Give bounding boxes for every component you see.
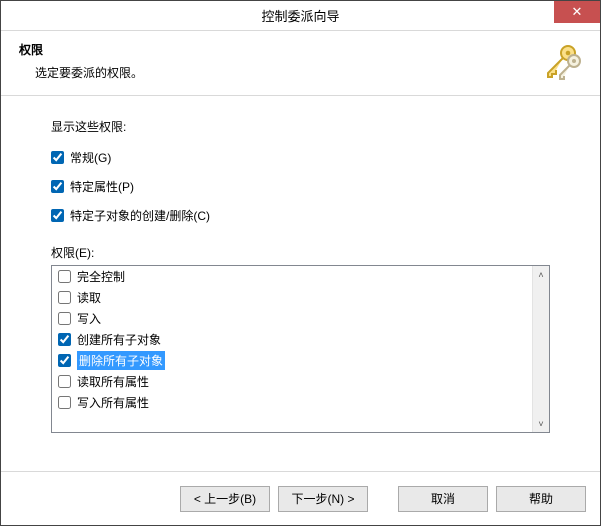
filter-general-label: 常规(G) bbox=[70, 149, 111, 166]
permission-checkbox[interactable] bbox=[58, 333, 71, 346]
header-text: 权限 选定要委派的权限。 bbox=[19, 41, 143, 81]
filter-property-checkbox[interactable] bbox=[51, 180, 64, 193]
scroll-up-button[interactable]: ˄ bbox=[533, 266, 549, 283]
permission-label: 读取 bbox=[77, 289, 101, 306]
filter-property-label: 特定属性(P) bbox=[70, 178, 134, 195]
permission-item[interactable]: 读取 bbox=[52, 287, 532, 308]
chevron-up-icon: ˄ bbox=[538, 270, 543, 280]
permission-item[interactable]: 写入 bbox=[52, 308, 532, 329]
help-button[interactable]: 帮助 bbox=[496, 486, 586, 512]
permission-item[interactable]: 完全控制 bbox=[52, 266, 532, 287]
filter-property[interactable]: 特定属性(P) bbox=[51, 178, 550, 195]
close-icon: ✕ bbox=[572, 4, 583, 20]
permission-checkbox[interactable] bbox=[58, 396, 71, 409]
chevron-down-icon: ˅ bbox=[538, 419, 543, 429]
scroll-track[interactable] bbox=[533, 283, 549, 415]
page-subtitle: 选定要委派的权限。 bbox=[19, 64, 143, 81]
permission-item[interactable]: 写入所有属性 bbox=[52, 392, 532, 413]
permission-checkbox[interactable] bbox=[58, 312, 71, 325]
wizard-body: 显示这些权限: 常规(G) 特定属性(P) 特定子对象的创建/删除(C) 权限(… bbox=[1, 96, 600, 443]
wizard-footer: < 上一步(B) 下一步(N) > 取消 帮助 bbox=[1, 471, 600, 525]
permission-checkbox[interactable] bbox=[58, 375, 71, 388]
filter-child-objects-label: 特定子对象的创建/删除(C) bbox=[70, 207, 210, 224]
permission-item[interactable]: 创建所有子对象 bbox=[52, 329, 532, 350]
page-title: 权限 bbox=[19, 41, 143, 58]
permissions-listbox[interactable]: 完全控制读取写入创建所有子对象删除所有子对象读取所有属性写入所有属性 ˄ ˅ bbox=[51, 265, 550, 433]
permission-label: 完全控制 bbox=[77, 268, 125, 285]
permission-checkbox[interactable] bbox=[58, 270, 71, 283]
permissions-list[interactable]: 完全控制读取写入创建所有子对象删除所有子对象读取所有属性写入所有属性 bbox=[52, 266, 532, 432]
permission-label: 删除所有子对象 bbox=[77, 351, 165, 370]
show-permissions-label: 显示这些权限: bbox=[51, 118, 550, 135]
titlebar: 控制委派向导 ✕ bbox=[1, 1, 600, 31]
scroll-down-button[interactable]: ˅ bbox=[533, 415, 549, 432]
permission-checkbox[interactable] bbox=[58, 291, 71, 304]
filter-general[interactable]: 常规(G) bbox=[51, 149, 550, 166]
permission-checkbox[interactable] bbox=[58, 354, 71, 367]
filter-child-objects-checkbox[interactable] bbox=[51, 209, 64, 222]
window-title: 控制委派向导 bbox=[261, 6, 339, 25]
wizard-header: 权限 选定要委派的权限。 bbox=[1, 31, 600, 96]
permission-item[interactable]: 读取所有属性 bbox=[52, 371, 532, 392]
permission-label: 写入 bbox=[77, 310, 101, 327]
permission-label: 创建所有子对象 bbox=[77, 331, 161, 348]
close-button[interactable]: ✕ bbox=[554, 1, 600, 23]
scrollbar[interactable]: ˄ ˅ bbox=[532, 266, 549, 432]
back-button[interactable]: < 上一步(B) bbox=[180, 486, 270, 512]
permission-item[interactable]: 删除所有子对象 bbox=[52, 350, 532, 371]
permissions-label: 权限(E): bbox=[51, 244, 550, 261]
cancel-button[interactable]: 取消 bbox=[398, 486, 488, 512]
filter-child-objects[interactable]: 特定子对象的创建/删除(C) bbox=[51, 207, 550, 224]
filter-general-checkbox[interactable] bbox=[51, 151, 64, 164]
next-button[interactable]: 下一步(N) > bbox=[278, 486, 368, 512]
keys-icon bbox=[538, 41, 582, 81]
permission-label: 读取所有属性 bbox=[77, 373, 149, 390]
permission-label: 写入所有属性 bbox=[77, 394, 149, 411]
